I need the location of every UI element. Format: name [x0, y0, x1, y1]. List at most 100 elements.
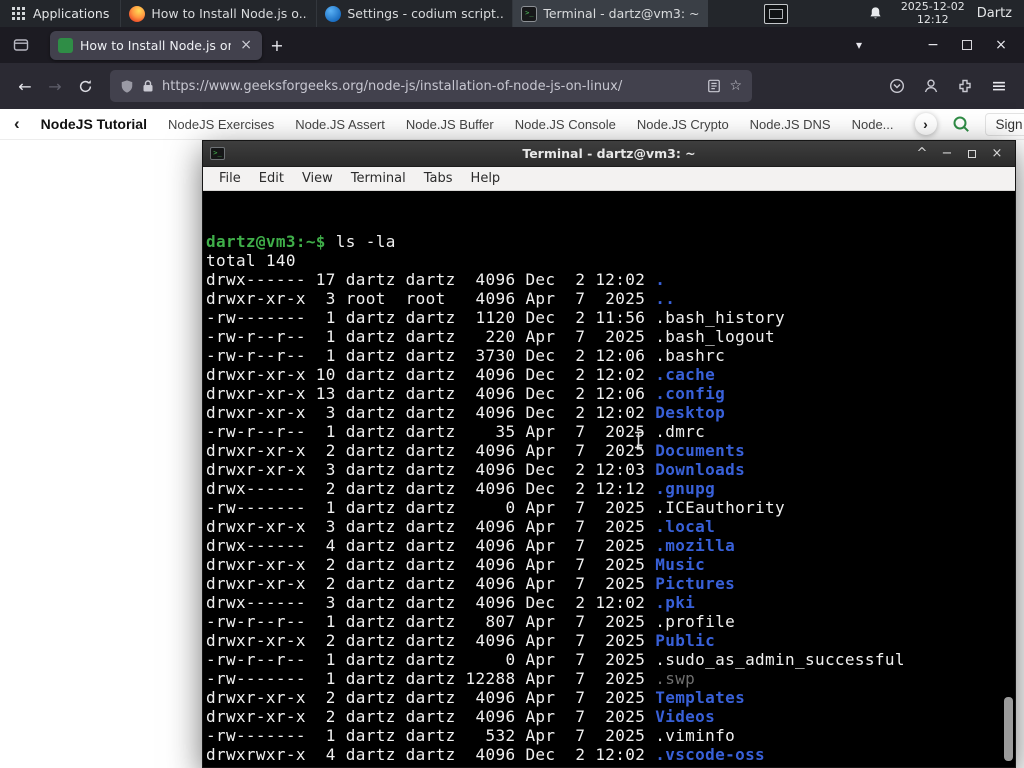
account-icon[interactable]: [916, 71, 946, 101]
reader-mode-icon[interactable]: [707, 79, 721, 93]
terminal-maximize-glyph: [968, 149, 976, 158]
terminal-menu-help[interactable]: Help: [462, 171, 510, 186]
window-maximize-button[interactable]: [950, 30, 984, 60]
sign-in-button[interactable]: Sign In: [984, 112, 1024, 136]
site-nav-link[interactable]: Node.JS Console: [515, 117, 616, 132]
site-nav-link[interactable]: NodeJS Exercises: [168, 117, 274, 132]
terminal-title: Terminal - dartz@vm3: ~: [522, 146, 696, 161]
applications-menu-button[interactable]: Applications: [0, 0, 120, 27]
terminal-line: drwxr-xr-x 2 dartz dartz 4096 Apr 7 2025…: [206, 688, 746, 707]
taskbar-item-codium[interactable]: Settings - codium script...: [316, 0, 512, 27]
site-nav-link[interactable]: Node.JS Crypto: [637, 117, 729, 132]
tab-title: How to Install Node.js on...: [80, 37, 232, 53]
site-nav-band: ‹ NodeJS Tutorial NodeJS Exercises Node.…: [0, 109, 1024, 140]
forward-button[interactable]: →: [40, 71, 70, 101]
nav-scroll-right-button[interactable]: ›: [914, 113, 937, 135]
firefox-view-glyph: [13, 39, 29, 51]
browser-tab[interactable]: How to Install Node.js on... ×: [50, 30, 262, 60]
reload-glyph: [79, 79, 91, 92]
terminal-line: drwx------ 2 dartz dartz 4096 Dec 2 12:1…: [206, 479, 716, 498]
user-menu[interactable]: Dartz: [977, 6, 1012, 21]
terminal-icon: >_: [521, 5, 538, 22]
terminal-title-bar[interactable]: >_ Terminal - dartz@vm3: ~ ^ − ×: [203, 141, 1015, 167]
navigation-toolbar: ← → https://www.geeksforgeeks.org/node-j…: [0, 63, 1024, 109]
lock-icon: [143, 80, 153, 92]
tab-list-dropdown-icon[interactable]: ▾: [844, 30, 874, 60]
taskbar-label: How to Install Node.js o...: [151, 6, 309, 21]
extensions-icon[interactable]: [950, 71, 980, 101]
terminal-line: drwxr-xr-x 2 dartz dartz 4096 Apr 7 2025…: [206, 631, 716, 650]
terminal-output[interactable]: dartz@vm3:~$ ls -la total 140 drwx------ 1…: [203, 191, 1015, 767]
menu-icon[interactable]: ≡: [984, 71, 1014, 101]
terminal-close-button[interactable]: ×: [986, 144, 1008, 164]
terminal-line: drwxr-xr-x 2 dartz dartz 4096 Apr 7 2025…: [206, 441, 746, 460]
applications-label: Applications: [33, 6, 110, 21]
top-panel: Applications How to Install Node.js o...…: [0, 0, 1024, 27]
terminal-minimize-button[interactable]: −: [936, 144, 958, 164]
terminal-line: drwxr-xr-x 2 dartz dartz 4096 Apr 7 2025…: [206, 707, 716, 726]
terminal-line: drwxr-xr-x 3 dartz dartz 4096 Apr 7 2025…: [206, 517, 716, 536]
site-nav-link[interactable]: Node.JS Buffer: [406, 117, 494, 132]
taskbar-label: Settings - codium script...: [347, 6, 505, 21]
terminal-line: -rw------- 1 dartz dartz 1120 Dec 2 11:5…: [206, 308, 786, 327]
terminal-menu-edit[interactable]: Edit: [250, 171, 293, 186]
terminal-scrollbar-thumb[interactable]: [1004, 697, 1013, 761]
terminal-menu-file[interactable]: File: [210, 171, 250, 186]
firefox-icon: [129, 5, 146, 22]
terminal-window-controls: ^ − ×: [911, 144, 1008, 164]
terminal-menu-view[interactable]: View: [293, 171, 342, 186]
account-glyph: [924, 79, 938, 93]
site-nav-link[interactable]: Node.JS DNS: [750, 117, 831, 132]
terminal-line: -rw-r--r-- 1 dartz dartz 0 Apr 7 2025 .s…: [206, 650, 905, 669]
terminal-line: drwxr-xr-x 2 dartz dartz 4096 Apr 7 2025…: [206, 574, 736, 593]
window-minimize-button[interactable]: −: [916, 30, 950, 60]
taskbar-item-terminal[interactable]: >_ Terminal - dartz@vm3: ~: [512, 0, 709, 27]
terminal-menu-terminal[interactable]: Terminal: [342, 171, 415, 186]
tab-close-icon[interactable]: ×: [238, 37, 254, 53]
terminal-line: drwxr-xr-x 3 dartz dartz 4096 Dec 2 12:0…: [206, 403, 726, 422]
terminal-line: drwxrwxr-x 4 dartz dartz 4096 Dec 2 12:0…: [206, 745, 766, 764]
mouse-ibeam-cursor: [635, 431, 642, 449]
terminal-line: drwxr-xr-x 3 root root 4096 Apr 7 2025 .…: [206, 289, 676, 308]
reload-button[interactable]: [70, 71, 100, 101]
terminal-lines: dartz@vm3:~$ ls -la total 140 drwx------ 1…: [206, 232, 1015, 767]
tracking-protection-shield-icon[interactable]: [120, 79, 134, 94]
clock-time: 12:12: [916, 12, 949, 26]
bookmark-star-icon[interactable]: ☆: [729, 78, 742, 94]
terminal-line: -rw------- 1 dartz dartz 48 Dec 2 10:39 …: [206, 764, 1015, 767]
site-nav-link[interactable]: Node.JS Assert: [295, 117, 385, 132]
toolbar-right-icons: ≡: [882, 71, 1014, 101]
taskbar-label: Terminal - dartz@vm3: ~: [543, 6, 700, 21]
terminal-menu-tabs[interactable]: Tabs: [415, 171, 462, 186]
notification-bell-icon[interactable]: [868, 6, 883, 21]
terminal-line: drwx------ 17 dartz dartz 4096 Dec 2 12:…: [206, 270, 666, 289]
new-tab-button[interactable]: +: [262, 30, 292, 60]
terminal-line: drwxr-xr-x 3 dartz dartz 4096 Dec 2 12:0…: [206, 460, 746, 479]
terminal-shade-button[interactable]: ^: [911, 144, 933, 164]
terminal-line: -rw------- 1 dartz dartz 532 Apr 7 2025 …: [206, 726, 736, 745]
terminal-line: drwxr-xr-x 10 dartz dartz 4096 Dec 2 12:…: [206, 365, 716, 384]
url-bar[interactable]: https://www.geeksforgeeks.org/node-js/in…: [110, 70, 752, 102]
firefox-view-icon[interactable]: [6, 30, 36, 60]
window-close-button[interactable]: ×: [984, 30, 1018, 60]
terminal-line: -rw-r--r-- 1 dartz dartz 807 Apr 7 2025 …: [206, 612, 736, 631]
url-text[interactable]: https://www.geeksforgeeks.org/node-js/in…: [162, 79, 699, 94]
terminal-line: drwxr-xr-x 2 dartz dartz 4096 Apr 7 2025…: [206, 555, 706, 574]
search-icon[interactable]: [952, 115, 970, 133]
applications-grid-icon: [12, 7, 25, 20]
bell-glyph: [870, 7, 881, 19]
site-nav-link[interactable]: Node...: [852, 117, 894, 132]
maximize-glyph: [962, 40, 972, 50]
terminal-maximize-button[interactable]: [961, 144, 983, 164]
back-button[interactable]: ←: [10, 71, 40, 101]
terminal-tray-icon[interactable]: [763, 3, 788, 24]
terminal-line: -rw-r--r-- 1 dartz dartz 220 Apr 7 2025 …: [206, 327, 776, 346]
clock[interactable]: 2025-12-02 12:12: [900, 0, 965, 26]
pocket-icon[interactable]: [882, 71, 912, 101]
clock-date: 2025-12-02: [900, 0, 965, 13]
terminal-line: dartz@vm3:~$ ls -la: [206, 232, 396, 251]
taskbar-item-firefox[interactable]: How to Install Node.js o...: [120, 0, 316, 27]
nav-scroll-left-icon[interactable]: ‹: [14, 114, 20, 134]
site-nav-primary-link[interactable]: NodeJS Tutorial: [41, 116, 147, 132]
terminal-window-icon: >_: [210, 147, 225, 160]
